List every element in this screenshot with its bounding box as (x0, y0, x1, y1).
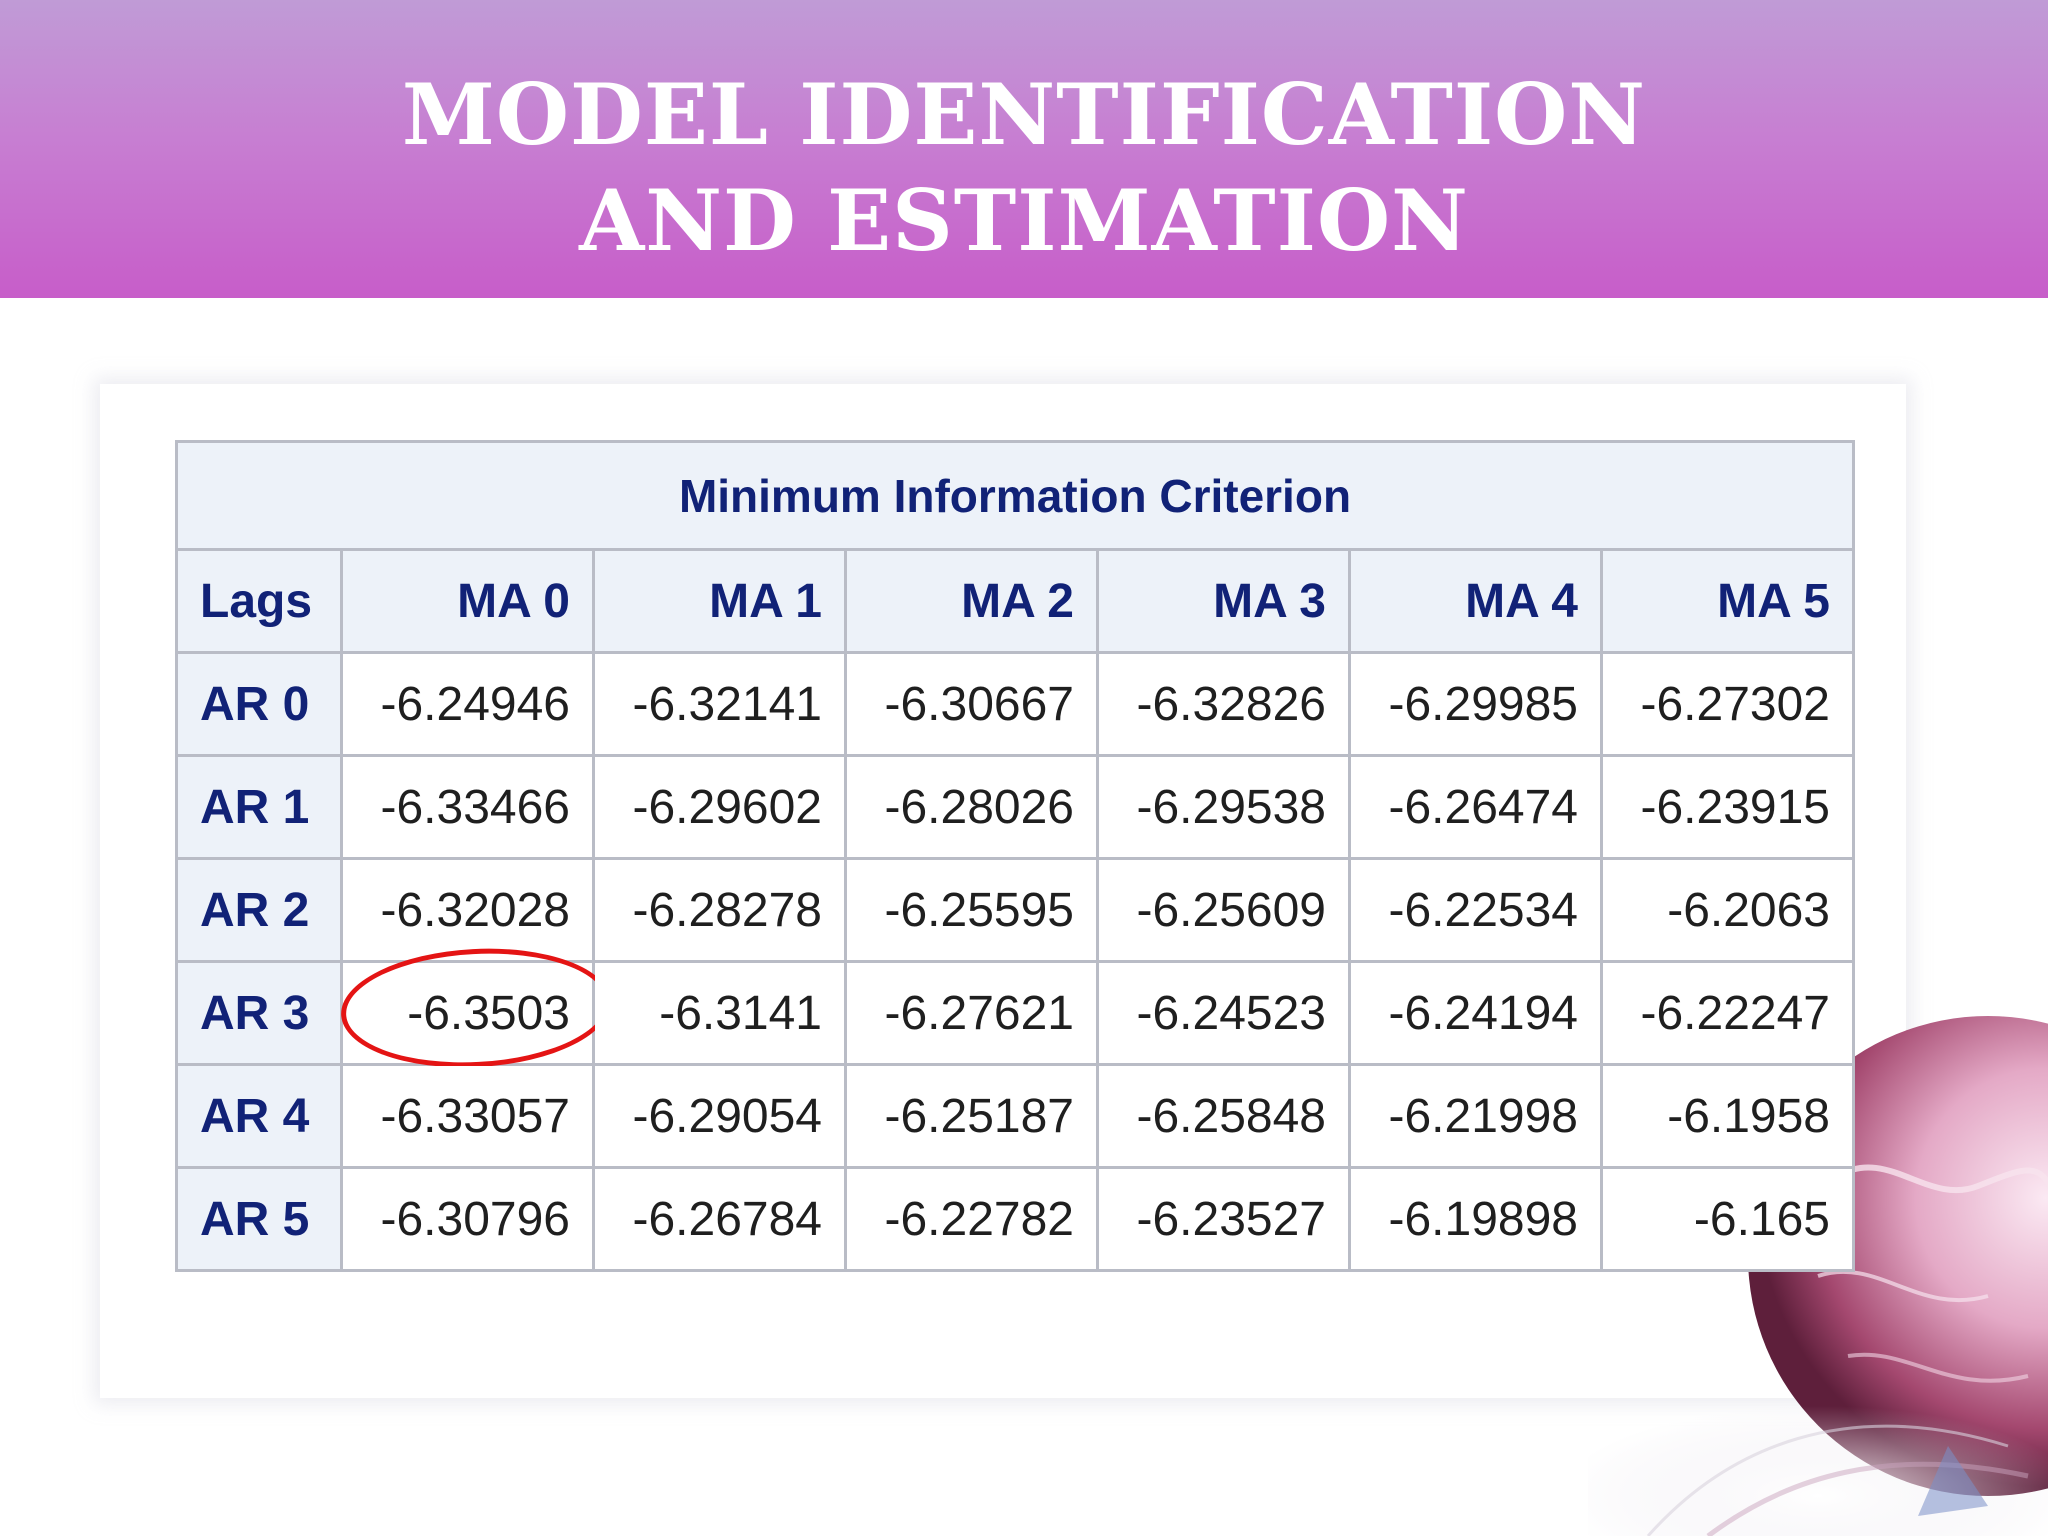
table-cell: -6.28026 (844, 754, 1099, 860)
table-row: AR 3 -6.3503 -6.3141 -6.27621 -6.24523 -… (175, 942, 1855, 1074)
table-cell: -6.30796 (340, 1166, 595, 1272)
minimum-information-criterion-table: Minimum Information Criterion Lags MA 0 … (175, 440, 1855, 1272)
highlighted-cell: -6.3503 (338, 942, 614, 1074)
table-cell: -6.23527 (1096, 1166, 1351, 1272)
table-row: AR 4 -6.33057 -6.29054 -6.25187 -6.25848… (175, 1063, 1855, 1169)
row-header: AR 1 (175, 754, 343, 860)
table-cell: -6.29602 (592, 754, 847, 860)
table-cell: -6.22247 (1600, 960, 1855, 1066)
table-row: AR 1 -6.33466 -6.29602 -6.28026 -6.29538… (175, 754, 1855, 860)
table-cell: -6.3141 (592, 960, 847, 1066)
table-cell: -6.23915 (1600, 754, 1855, 860)
table-cell: -6.25187 (844, 1063, 1099, 1169)
table-cell: -6.25848 (1096, 1063, 1351, 1169)
table-cell: -6.25595 (844, 857, 1099, 963)
table-cell: -6.32141 (592, 651, 847, 757)
table-cell: -6.32826 (1096, 651, 1351, 757)
table-cell: -6.29538 (1096, 754, 1351, 860)
column-header: MA 5 (1600, 548, 1855, 654)
table-caption: Minimum Information Criterion (175, 440, 1855, 551)
slide-title: MODEL IDENTIFICATION AND ESTIMATION (0, 62, 2048, 274)
table-cell: -6.33466 (340, 754, 595, 860)
table-cell: -6.27621 (844, 960, 1099, 1066)
table-cell: -6.27302 (1600, 651, 1855, 757)
table-cell: -6.24946 (340, 651, 595, 757)
table-row: AR 2 -6.32028 -6.28278 -6.25595 -6.25609… (175, 857, 1855, 963)
table-row: AR 0 -6.24946 -6.32141 -6.30667 -6.32826… (175, 651, 1855, 757)
row-header: AR 0 (175, 651, 343, 757)
table-cell: -6.22534 (1348, 857, 1603, 963)
table-cell: -6.29054 (592, 1063, 847, 1169)
row-header: AR 5 (175, 1166, 343, 1272)
row-header: AR 3 (175, 960, 343, 1066)
column-header: MA 2 (844, 548, 1099, 654)
table-cell: -6.30667 (844, 651, 1099, 757)
row-header: AR 2 (175, 857, 343, 963)
table-cell: -6.22782 (844, 1166, 1099, 1272)
table-cell: -6.29985 (1348, 651, 1603, 757)
column-header-row: Lags MA 0 MA 1 MA 2 MA 3 MA 4 MA 5 (175, 548, 1855, 654)
slide-title-line-2: AND ESTIMATION (579, 171, 1469, 270)
table-cell: -6.32028 (340, 857, 595, 963)
table-cell: -6.2063 (1600, 857, 1855, 963)
lags-header: Lags (175, 548, 343, 654)
table-cell: -6.25609 (1096, 857, 1351, 963)
column-header: MA 1 (592, 548, 847, 654)
slide-title-line-1: MODEL IDENTIFICATION (401, 65, 1647, 164)
table-row: AR 5 -6.30796 -6.26784 -6.22782 -6.23527… (175, 1166, 1855, 1272)
highlighted-cell-value: -6.3503 (407, 986, 570, 1040)
table-cell: -6.24194 (1348, 960, 1603, 1066)
row-header: AR 4 (175, 1063, 343, 1169)
table-cell: -6.1958 (1600, 1063, 1855, 1169)
column-header: MA 0 (340, 548, 595, 654)
table-cell: -6.19898 (1348, 1166, 1603, 1272)
table-cell: -6.21998 (1348, 1063, 1603, 1169)
table-cell: -6.28278 (592, 857, 847, 963)
table-cell: -6.26474 (1348, 754, 1603, 860)
table-cell: -6.26784 (592, 1166, 847, 1272)
table-cell: -6.165 (1600, 1166, 1855, 1272)
table-cell: -6.33057 (340, 1063, 595, 1169)
column-header: MA 3 (1096, 548, 1351, 654)
table-cell: -6.24523 (1096, 960, 1351, 1066)
column-header: MA 4 (1348, 548, 1603, 654)
